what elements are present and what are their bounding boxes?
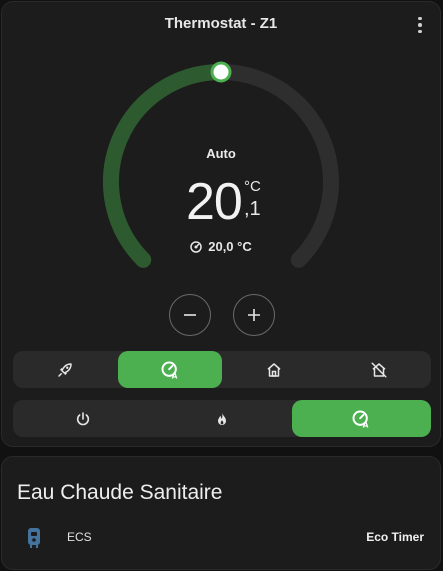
flame-icon	[217, 411, 226, 425]
home-icon	[267, 362, 281, 377]
decrease-temp-button[interactable]	[169, 294, 211, 336]
target-temp-unit: °C	[244, 178, 261, 195]
target-temp-integer: 20	[186, 173, 243, 231]
plus-icon	[248, 309, 260, 321]
home-off-icon	[371, 362, 387, 377]
ecs-entity-name: ECS	[67, 530, 92, 544]
target-temp-decimal: ,1	[244, 198, 261, 220]
ecs-card: Eau Chaude Sanitaire ECS Eco Timer	[1, 456, 441, 570]
thermometer-gauge-icon	[190, 240, 202, 253]
water-boiler-icon	[28, 528, 40, 548]
dial-handle	[210, 61, 232, 83]
power-icon	[76, 411, 89, 425]
increase-temp-button[interactable]	[233, 294, 275, 336]
thermostat-card: Thermostat - Z1 Auto 20 °C ,1 20,0 °C A …	[1, 1, 441, 447]
ecs-card-title: Eau Chaude Sanitaire	[17, 481, 223, 504]
preset-mode-selector: A	[13, 351, 431, 388]
svg-text:A: A	[171, 371, 177, 380]
hvac-off-button[interactable]	[13, 400, 152, 437]
ecs-entity-state: Eco Timer	[366, 530, 424, 544]
current-temperature: 20,0 °C	[2, 239, 440, 254]
hvac-mode-selector: A	[13, 400, 431, 437]
thermostat-auto-icon: A	[352, 410, 369, 429]
rocket-icon	[58, 362, 72, 377]
hvac-action-label: Auto	[206, 146, 236, 161]
ecs-entity-row[interactable]: ECS Eco Timer	[2, 525, 440, 551]
minus-icon	[184, 314, 196, 316]
preset-boost-button[interactable]	[13, 351, 118, 388]
preset-auto-button[interactable]: A	[117, 351, 222, 388]
preset-home-button[interactable]	[222, 351, 327, 388]
current-temp-value: 20,0 °C	[208, 239, 252, 254]
preset-away-button[interactable]	[327, 351, 432, 388]
hvac-auto-button[interactable]: A	[291, 400, 431, 437]
thermostat-auto-icon: A	[161, 361, 177, 380]
hvac-heat-button[interactable]	[152, 400, 291, 437]
svg-text:A: A	[363, 420, 369, 429]
